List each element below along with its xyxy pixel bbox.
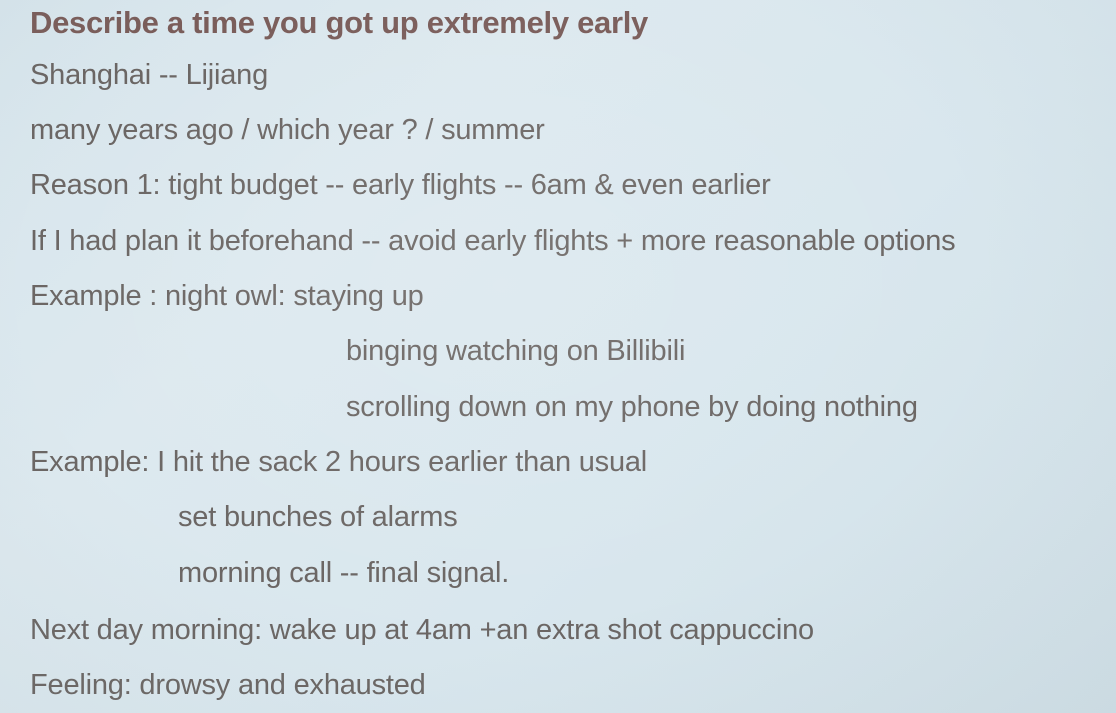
slide-title: Describe a time you got up extremely ear…: [30, 5, 648, 40]
slide-line-example-2-detail-2: morning call -- final signal.: [178, 557, 510, 589]
slide-line-example-2: Example: I hit the sack 2 hours earlier …: [30, 446, 648, 478]
slide-line-plan: If I had plan it beforehand -- avoid ear…: [30, 225, 956, 257]
slide-line-reason-1: Reason 1: tight budget -- early flights …: [30, 169, 771, 201]
slide-line-next-day: Next day morning: wake up at 4am +an ext…: [30, 614, 814, 646]
slide-line-example-1-detail-2: scrolling down on my phone by doing noth…: [346, 391, 918, 423]
slide-line-example-1: Example : night owl: staying up: [30, 280, 424, 312]
slide-line-feeling: Feeling: drowsy and exhausted: [30, 669, 426, 701]
projected-slide: Describe a time you got up extremely ear…: [0, 0, 1116, 713]
slide-line-route: Shanghai -- Lijiang: [30, 59, 269, 91]
slide-line-time: many years ago / which year ? / summer: [30, 114, 545, 146]
slide-line-example-2-detail-1: set bunches of alarms: [178, 501, 458, 533]
slide-line-example-1-detail-1: binging watching on Billibili: [346, 335, 686, 367]
